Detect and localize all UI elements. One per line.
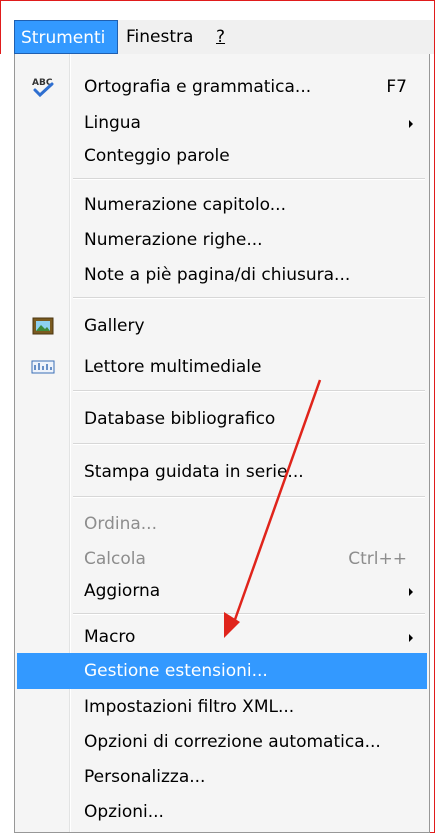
- menu-item-label: Gallery: [84, 316, 145, 336]
- menu-item-label: Ordina...: [84, 514, 157, 534]
- menu-item-gallery[interactable]: Gallery: [17, 307, 427, 345]
- menu-item-label: Impostazioni filtro XML...: [84, 697, 295, 717]
- menu-item-extension-manager[interactable]: Gestione estensioni...: [17, 653, 427, 689]
- menu-item-customize[interactable]: Personalizza...: [17, 758, 427, 796]
- menu-item-sort[interactable]: Ordina...: [17, 505, 427, 543]
- spellcheck-icon: ABC: [32, 78, 54, 98]
- menu-item-label: Stampa guidata in serie...: [84, 462, 304, 482]
- menubar-label: Finestra: [126, 27, 194, 47]
- tools-dropdown-menu: ABC Ortografia e grammatica... F7 Lingua…: [14, 54, 430, 833]
- menubar-label: ?: [216, 27, 226, 47]
- menu-separator: [73, 613, 425, 615]
- menubar-help[interactable]: ?: [210, 20, 231, 54]
- submenu-arrow-icon: [409, 634, 413, 642]
- menu-item-media-player[interactable]: Lettore multimediale: [17, 348, 427, 386]
- menu-item-chapter-numbering[interactable]: Numerazione capitolo...: [17, 186, 427, 224]
- menu-item-label: Ortografia e grammatica...: [84, 77, 312, 97]
- menu-item-options[interactable]: Opzioni...: [17, 793, 427, 831]
- menu-item-label: Note a piè pagina/di chiusura...: [84, 265, 351, 285]
- menu-item-word-count[interactable]: Conteggio parole: [17, 137, 427, 175]
- menu-item-line-numbering[interactable]: Numerazione righe...: [17, 221, 427, 259]
- menu-item-label: Personalizza...: [84, 767, 206, 787]
- menu-separator: [73, 390, 425, 392]
- menu-item-label: Macro: [84, 627, 136, 647]
- menu-item-label: Numerazione capitolo...: [84, 195, 286, 215]
- menu-item-label: Opzioni di correzione automatica...: [84, 732, 381, 752]
- menubar-strumenti[interactable]: Strumenti: [14, 20, 118, 54]
- gallery-icon: [32, 317, 54, 335]
- menu-item-xml-filter[interactable]: Impostazioni filtro XML...: [17, 688, 427, 726]
- menu-separator: [73, 178, 425, 180]
- background-document: [0, 54, 14, 833]
- menubar-finestra[interactable]: Finestra: [120, 20, 199, 54]
- menu-item-shortcut: F7: [386, 77, 407, 97]
- menu-separator: [73, 297, 425, 299]
- menu-item-macro[interactable]: Macro: [17, 618, 427, 656]
- menu-item-mail-merge[interactable]: Stampa guidata in serie...: [17, 453, 427, 491]
- menubar-label: Strumenti: [21, 28, 106, 48]
- menu-item-label: Lettore multimediale: [84, 357, 262, 377]
- menu-item-label: Gestione estensioni...: [84, 661, 268, 681]
- menu-item-label: Aggiorna: [84, 581, 161, 601]
- menu-item-label: Opzioni...: [84, 802, 164, 822]
- submenu-arrow-icon: [409, 120, 413, 128]
- menu-item-footnotes[interactable]: Note a piè pagina/di chiusura...: [17, 256, 427, 294]
- submenu-arrow-icon: [409, 588, 413, 596]
- menu-item-spelling[interactable]: ABC Ortografia e grammatica... F7: [17, 68, 427, 106]
- menu-item-update[interactable]: Aggiorna: [17, 572, 427, 610]
- menu-item-label: Database bibliografico: [84, 409, 276, 429]
- menu-item-autocorrect[interactable]: Opzioni di correzione automatica...: [17, 723, 427, 761]
- menu-bar: Strumenti Finestra ?: [14, 20, 434, 54]
- menu-separator: [73, 443, 425, 445]
- menu-item-label: Numerazione righe...: [84, 230, 263, 250]
- menu-item-bibliography[interactable]: Database bibliografico: [17, 400, 427, 438]
- media-player-icon: [31, 360, 55, 374]
- menu-separator: [73, 496, 425, 498]
- menu-item-label: Conteggio parole: [84, 146, 230, 166]
